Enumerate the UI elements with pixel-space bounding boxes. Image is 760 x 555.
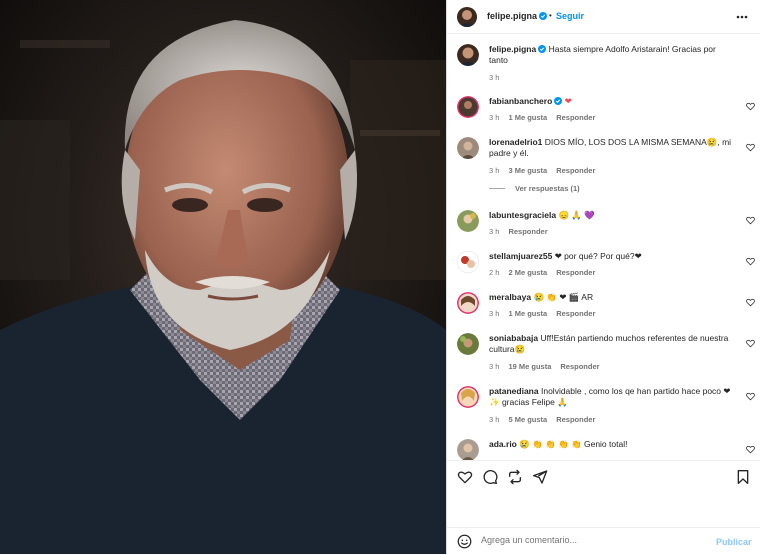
comment-username[interactable]: labuntesgraciela [489, 210, 556, 220]
avatar-image [457, 386, 479, 408]
reply-button[interactable]: Responder [556, 268, 595, 277]
more-options-icon[interactable] [735, 11, 749, 23]
comment-likes[interactable]: 2 Me gusta [508, 268, 547, 277]
comment-item: labuntesgraciela 😞 🙏 💜 3 h Responder [457, 210, 757, 244]
comment-username[interactable]: patanediana [489, 386, 539, 396]
avatar-image [457, 137, 479, 159]
comment-likes[interactable]: 3 Me gusta [508, 166, 547, 175]
caption-avatar[interactable] [457, 44, 479, 66]
comment-time: 3 h [489, 362, 500, 371]
avatar-image [457, 96, 479, 118]
like-icon[interactable] [457, 469, 473, 485]
reply-button[interactable]: Responder [560, 362, 599, 371]
comment-text: 😞 🙏 💜 [558, 210, 595, 220]
comment-text: 😢 👏 ❤ 🎬 AR [533, 292, 594, 302]
comment-icon[interactable] [482, 469, 498, 485]
comment-username[interactable]: ada.rio [489, 439, 517, 449]
avatar-image [457, 7, 477, 27]
comment-avatar[interactable] [457, 251, 479, 273]
follow-button[interactable]: Seguir [556, 11, 584, 21]
verified-icon [539, 12, 547, 20]
comment-likes[interactable]: 5 Me gusta [508, 415, 547, 424]
comment-time: 2 h [489, 268, 500, 277]
post-photo[interactable] [0, 0, 446, 554]
avatar-image [457, 210, 479, 232]
comment-input[interactable] [481, 535, 701, 545]
comment-item: patanediana Inolvidable , como los qe ha… [457, 386, 757, 432]
avatar-image [457, 333, 479, 355]
caption: felipe.pigna Hasta siempre Adolfo Arista… [457, 44, 757, 84]
comment-text: 😢 👏 👏 👏 👏 Genio total! [519, 439, 628, 449]
comment-time: 3 h [489, 113, 500, 122]
comment-avatar[interactable] [457, 210, 479, 232]
comment-likes[interactable]: 19 Me gusta [508, 362, 551, 371]
like-heart-icon[interactable] [746, 257, 755, 266]
comment-username[interactable]: meralbaya [489, 292, 531, 302]
caption-username[interactable]: felipe.pigna [489, 44, 536, 54]
like-heart-icon[interactable] [746, 298, 755, 307]
like-heart-icon[interactable] [746, 216, 755, 225]
like-heart-icon[interactable] [746, 102, 755, 111]
share-icon[interactable] [532, 469, 548, 485]
comment-username[interactable]: soniababaja [489, 333, 538, 343]
verified-icon [538, 45, 547, 53]
avatar-image [457, 251, 479, 273]
comments-list[interactable]: felipe.pigna Hasta siempre Adolfo Arista… [447, 34, 760, 460]
comment-time: 3 h [489, 227, 500, 236]
comment-avatar[interactable] [457, 96, 479, 118]
reply-button[interactable]: Responder [556, 166, 595, 175]
like-heart-icon[interactable] [746, 445, 755, 454]
bookmark-icon[interactable] [735, 469, 751, 485]
comment-emoji: ❤ [564, 96, 572, 106]
comment-likes[interactable]: 1 Me gusta [508, 113, 547, 122]
comment-item: lorenadelrio1 DIOS MÍO, LOS DOS LA MISMA… [457, 137, 757, 199]
like-heart-icon[interactable] [746, 339, 755, 348]
publish-button[interactable]: Publicar [716, 537, 752, 547]
comment-username[interactable]: lorenadelrio1 [489, 137, 542, 147]
verified-icon [554, 97, 563, 105]
view-replies-button[interactable]: Ver respuestas (1) [515, 184, 580, 193]
reply-button[interactable]: Responder [556, 113, 595, 122]
header-username[interactable]: felipe.pigna [487, 11, 537, 21]
repost-icon[interactable] [507, 469, 523, 485]
comment-avatar[interactable] [457, 333, 479, 355]
avatar-image [457, 292, 479, 314]
caption-time: 3 h [489, 73, 500, 82]
reply-button[interactable]: Responder [556, 415, 595, 424]
post-side-panel: felipe.pigna • Seguir felipe.pigna Hasta… [446, 0, 760, 554]
smile-icon[interactable] [457, 534, 472, 549]
comment-avatar[interactable] [457, 292, 479, 314]
comment-item: soniababaja Uff!Están partiendo muchos r… [457, 333, 757, 379]
comment-text: ❤ por qué? Por qué?❤ [554, 251, 642, 261]
comment-avatar[interactable] [457, 439, 479, 460]
comment-avatar[interactable] [457, 386, 479, 408]
comment-avatar[interactable] [457, 137, 479, 159]
separator-dot: • [549, 11, 552, 20]
avatar-image [457, 439, 479, 460]
comment-time: 3 h [489, 415, 500, 424]
post-header: felipe.pigna • Seguir [447, 0, 760, 34]
comment-likes[interactable]: 1 Me gusta [508, 309, 547, 318]
avatar-image [457, 44, 479, 66]
post-actions-bar [447, 460, 760, 493]
comment-item: ada.rio 😢 👏 👏 👏 👏 Genio total! [457, 439, 757, 460]
comment-username[interactable]: stellamjuarez55 [489, 251, 552, 261]
like-heart-icon[interactable] [746, 143, 755, 152]
portrait-image [0, 0, 446, 554]
replies-line [489, 188, 505, 189]
comment-username[interactable]: fabianbanchero [489, 96, 552, 106]
add-comment-bar: Publicar [447, 527, 760, 555]
comment-time: 3 h [489, 166, 500, 175]
comment-item: stellamjuarez55 ❤ por qué? Por qué?❤ 2 h… [457, 251, 757, 285]
like-heart-icon[interactable] [746, 392, 755, 401]
reply-button[interactable]: Responder [508, 227, 547, 236]
comment-item: fabianbanchero ❤ 3 h 1 Me gusta Responder [457, 96, 757, 130]
avatar[interactable] [457, 7, 477, 27]
reply-button[interactable]: Responder [556, 309, 595, 318]
comment-item: meralbaya 😢 👏 ❤ 🎬 AR 3 h 1 Me gusta Respon… [457, 292, 757, 326]
comment-time: 3 h [489, 309, 500, 318]
